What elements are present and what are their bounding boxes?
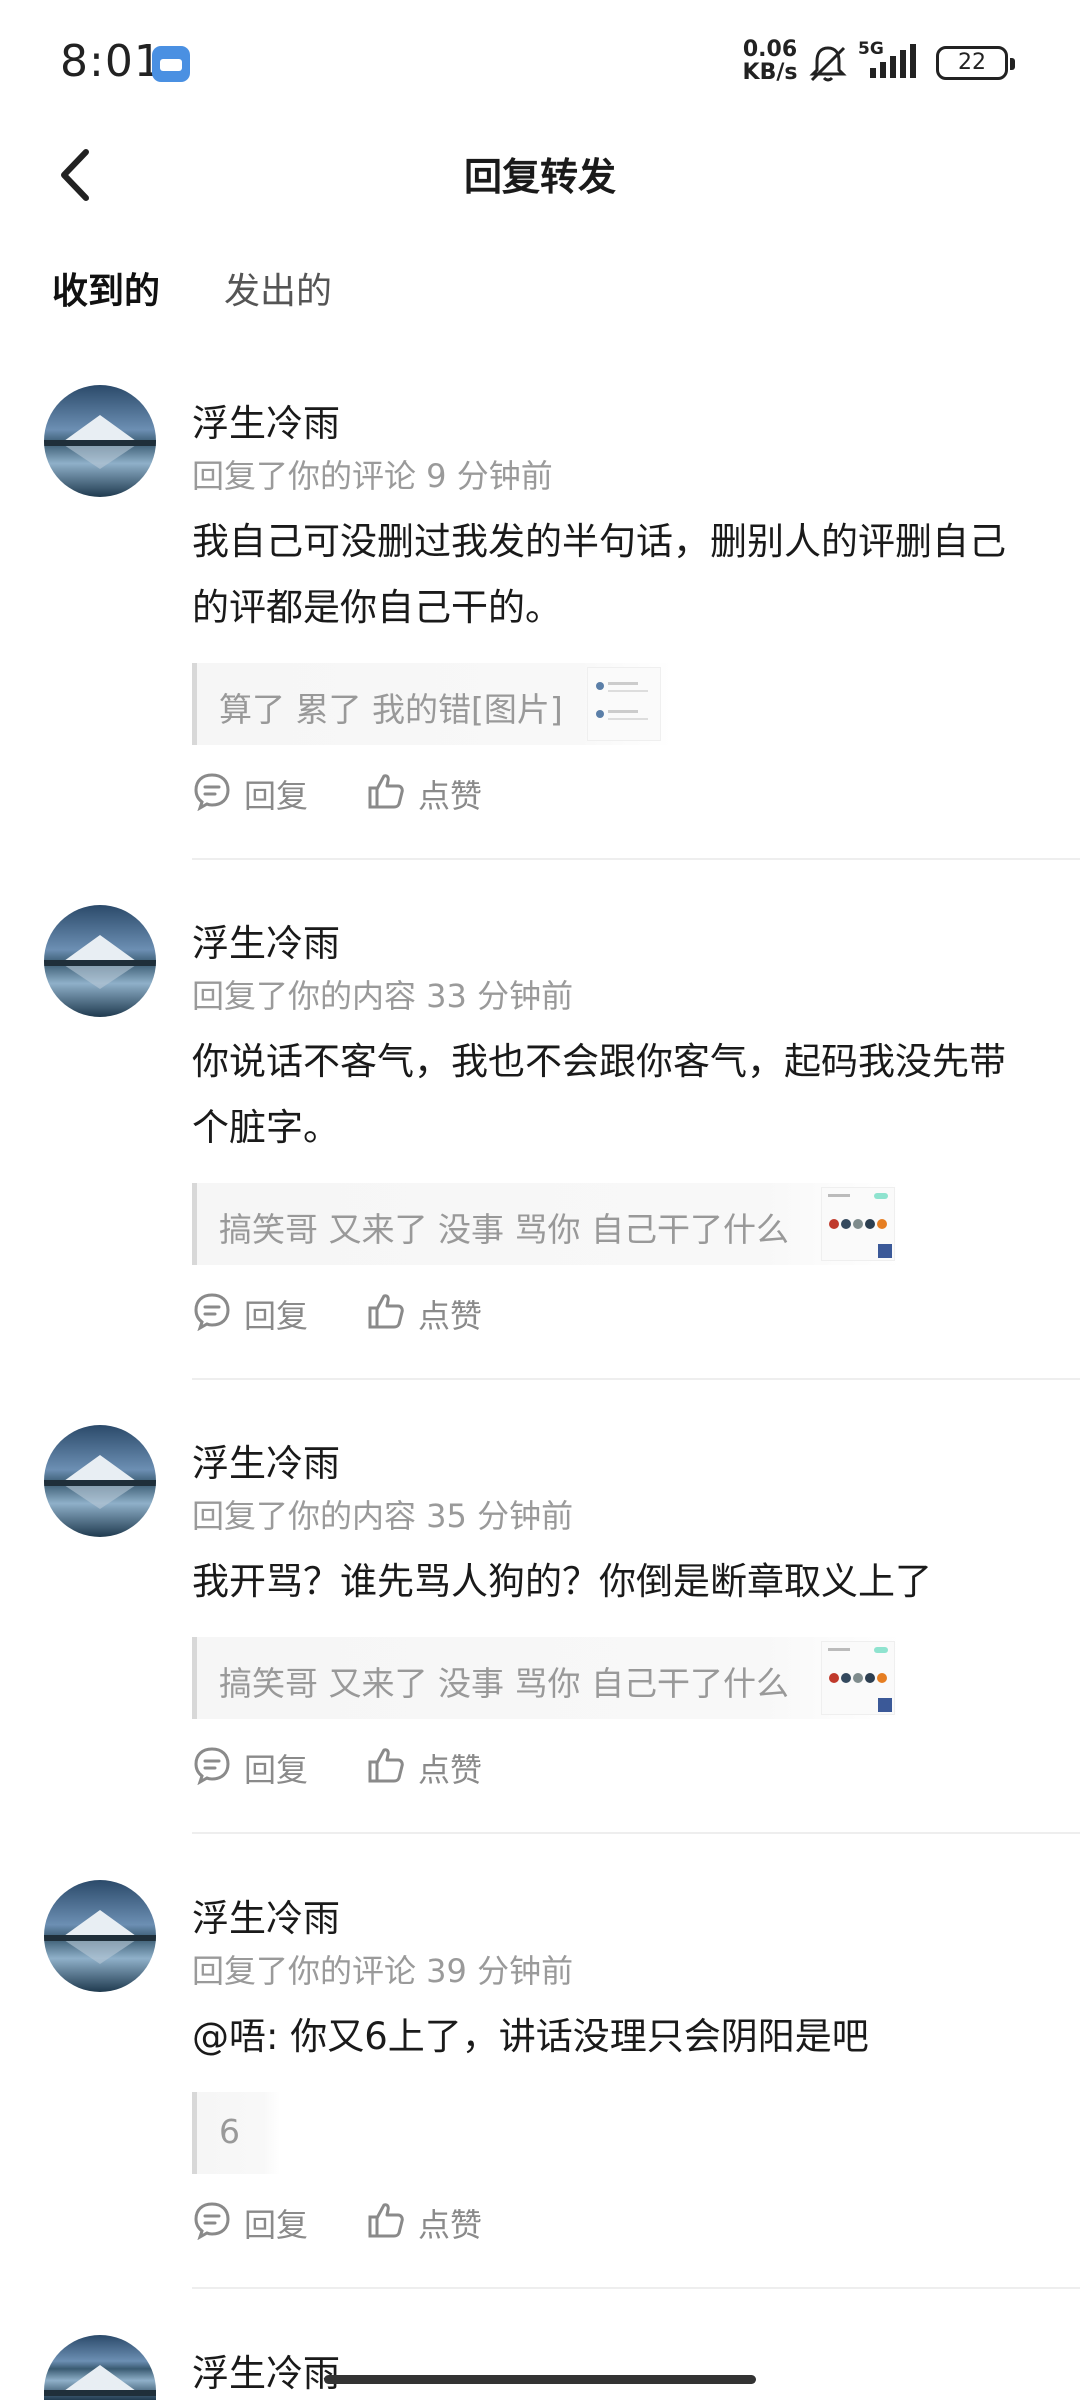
signal-icon: 5G <box>858 39 916 78</box>
quoted-comment[interactable]: 算了 累了 我的错[图片] <box>192 663 672 745</box>
item-meta: 回复了你的评论 39 分钟前 <box>192 1952 574 1990</box>
comment-icon <box>194 1747 230 1785</box>
battery-indicator: 22 <box>936 46 1015 80</box>
tab-sent[interactable]: 发出的 <box>224 262 332 314</box>
like-label: 点赞 <box>418 2206 483 2244</box>
thumbs-up-icon <box>368 774 404 809</box>
like-label: 点赞 <box>418 777 483 815</box>
status-time: 8:01 <box>60 36 163 87</box>
username[interactable]: 浮生冷雨 <box>192 393 340 447</box>
action-bar: 回复 点赞 <box>192 2194 592 2244</box>
network-speed: 0.06 KB/s <box>738 38 802 84</box>
quoted-text: 搞笑哥 又来了 没事 骂你 自己干了什么 <box>219 1664 789 1703</box>
thumbs-up-icon <box>368 2203 404 2238</box>
reply-content[interactable]: 我自己可没删过我发的半句话，删别人的评删自己的评都是你自己干的。 <box>192 509 1022 641</box>
username[interactable]: 浮生冷雨 <box>192 913 340 967</box>
comment-icon <box>194 1293 230 1331</box>
comment-icon <box>194 773 230 811</box>
username[interactable]: 浮生冷雨 <box>192 2343 340 2397</box>
action-bar: 回复 点赞 <box>192 1739 592 1789</box>
thumbs-up-icon <box>368 1748 404 1783</box>
page-title: 回复转发 <box>463 155 616 199</box>
username[interactable]: 浮生冷雨 <box>192 1888 340 1942</box>
status-bar: 8:01 0.06 KB/s 5G 22 <box>0 0 1080 120</box>
avatar[interactable] <box>44 1880 156 1992</box>
thumbs-up-icon <box>368 1294 404 1329</box>
home-indicator[interactable] <box>324 2375 756 2384</box>
reply-label: 回复 <box>244 2206 309 2244</box>
reply-label: 回复 <box>244 1751 309 1789</box>
quoted-text: 算了 累了 我的错[图片] <box>219 690 563 729</box>
network-type-label: 5G <box>858 39 884 59</box>
quoted-comment[interactable]: 搞笑哥 又来了 没事 骂你 自己干了什么 <box>192 1183 902 1265</box>
tab-bar: 收到的 发出的 <box>0 262 1080 332</box>
comment-icon <box>194 2202 230 2240</box>
divider <box>192 1832 1080 1834</box>
network-speed-value: 0.06 <box>742 37 798 62</box>
quoted-comment[interactable]: 搞笑哥 又来了 没事 骂你 自己干了什么 <box>192 1637 902 1719</box>
quoted-image-thumbnail <box>821 1641 895 1715</box>
avatar[interactable] <box>44 1425 156 1537</box>
divider <box>192 858 1080 860</box>
tab-received[interactable]: 收到的 <box>52 262 160 314</box>
header: 回复转发 <box>0 120 1080 230</box>
avatar[interactable] <box>44 905 156 1017</box>
quoted-image-thumbnail <box>821 1187 895 1261</box>
like-label: 点赞 <box>418 1751 483 1789</box>
quoted-text: 6 <box>219 2112 240 2151</box>
reply-label: 回复 <box>244 1297 309 1335</box>
username[interactable]: 浮生冷雨 <box>192 1433 340 1487</box>
item-meta: 回复了你的内容 35 分钟前 <box>192 1497 574 1535</box>
reply-label: 回复 <box>244 777 309 815</box>
bell-muted-icon <box>809 46 847 82</box>
network-speed-unit: KB/s <box>742 60 798 85</box>
reply-content[interactable]: 你说话不客气，我也不会跟你客气，起码我没先带个脏字。 <box>192 1029 1022 1161</box>
action-bar: 回复 点赞 <box>192 765 592 815</box>
wallet-app-icon <box>152 46 190 82</box>
avatar[interactable] <box>44 2335 156 2400</box>
quoted-comment[interactable]: 6 <box>192 2092 280 2174</box>
action-bar: 回复 点赞 <box>192 1285 592 1335</box>
reply-content[interactable]: 我开骂？谁先骂人狗的？你倒是断章取义上了 <box>192 1549 1022 1615</box>
divider <box>192 2287 1080 2289</box>
quoted-text: 搞笑哥 又来了 没事 骂你 自己干了什么 <box>219 1210 789 1249</box>
item-meta: 回复了你的评论 9 分钟前 <box>192 457 553 495</box>
item-meta: 回复了你的内容 33 分钟前 <box>192 977 574 1015</box>
quoted-image-thumbnail <box>587 667 661 741</box>
divider <box>192 1378 1080 1380</box>
reply-content[interactable]: @唔: 你又6上了，讲话没理只会阴阳是吧 <box>192 2004 1022 2070</box>
like-label: 点赞 <box>418 1297 483 1335</box>
avatar[interactable] <box>44 385 156 497</box>
